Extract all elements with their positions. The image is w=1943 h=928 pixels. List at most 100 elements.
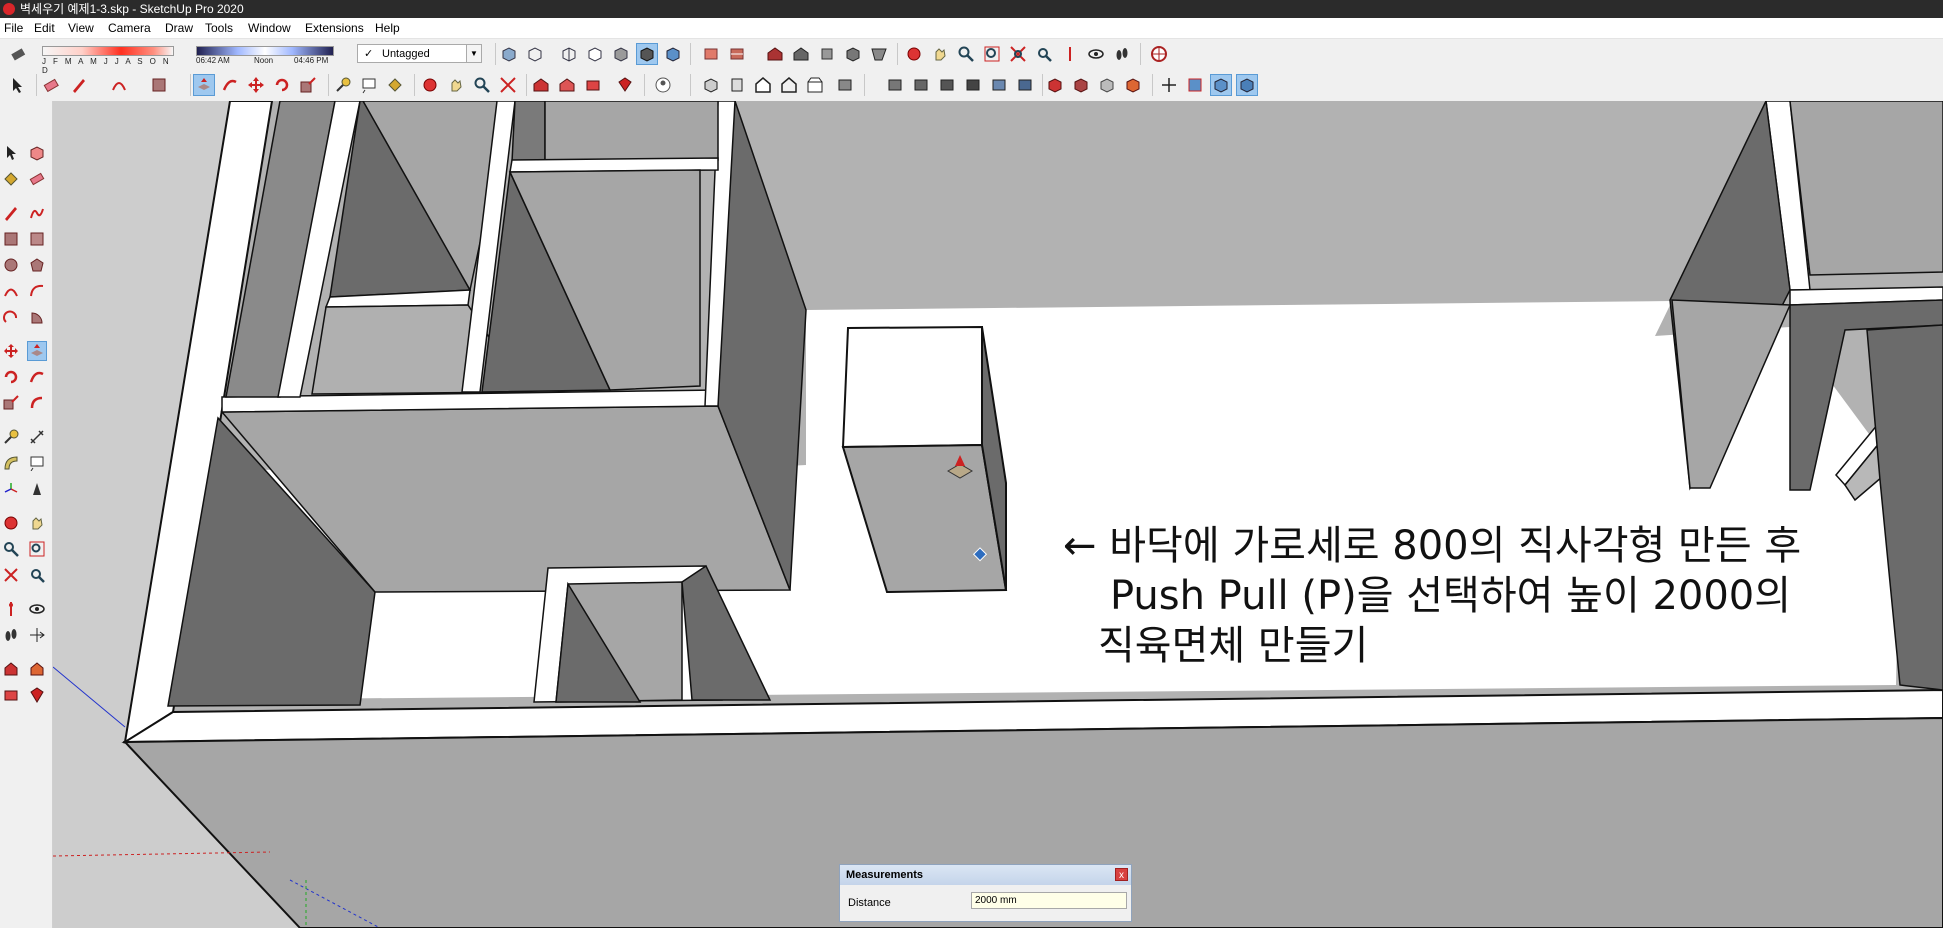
section-plane-icon[interactable] — [700, 43, 722, 65]
position-camera-left-icon[interactable] — [1, 599, 21, 619]
share-component-icon[interactable] — [816, 43, 838, 65]
rotate-icon[interactable] — [271, 74, 293, 96]
axes-icon[interactable] — [1158, 74, 1180, 96]
component-icon[interactable] — [884, 74, 906, 96]
zoom-tool-icon[interactable] — [471, 74, 493, 96]
back-view-icon[interactable] — [804, 74, 826, 96]
tape-measure-tool-icon[interactable] — [1, 427, 21, 447]
menu-draw[interactable]: Draw — [165, 18, 193, 38]
display-section-cuts-icon[interactable] — [1236, 74, 1258, 96]
push-pull-tool-icon[interactable] — [27, 341, 47, 361]
zoom-extents-left-icon[interactable] — [1, 565, 21, 585]
wireframe-icon[interactable] — [558, 43, 580, 65]
share-model-red-icon[interactable] — [556, 74, 578, 96]
sandbox-from-contours-icon[interactable] — [1044, 74, 1066, 96]
ruby-console-icon[interactable] — [1148, 43, 1170, 65]
shaded-textures-icon[interactable] — [636, 43, 658, 65]
tape-measure-icon[interactable] — [332, 74, 354, 96]
extension-warehouse-icon[interactable] — [842, 43, 864, 65]
rotate-tool-icon[interactable] — [1, 367, 21, 387]
eraser-small-icon[interactable] — [7, 43, 29, 65]
select-tool-icon[interactable] — [1, 143, 21, 163]
move-tool-icon[interactable] — [1, 341, 21, 361]
display-section-planes-icon[interactable] — [1210, 74, 1232, 96]
zoom-left-icon[interactable] — [1, 539, 21, 559]
menu-view[interactable]: View — [68, 18, 94, 38]
close-icon[interactable]: x — [1115, 868, 1128, 881]
zoom-extents-tool-icon[interactable] — [497, 74, 519, 96]
pan-tool-icon[interactable] — [445, 74, 467, 96]
stamp-icon[interactable] — [1122, 74, 1144, 96]
eraser-tool-icon[interactable] — [27, 169, 47, 189]
share-model-icon[interactable] — [790, 43, 812, 65]
user-account-icon[interactable] — [652, 74, 674, 96]
rectangle-icon[interactable] — [148, 74, 170, 96]
warehouse-icon[interactable] — [764, 43, 786, 65]
pan-left-icon[interactable] — [27, 513, 47, 533]
front-view-icon[interactable] — [752, 74, 774, 96]
move-icon[interactable] — [245, 74, 267, 96]
shadow-time-slider[interactable]: 06:42 AM Noon 04:46 PM — [194, 41, 334, 67]
measurements-value-input[interactable]: 2000 mm — [971, 892, 1127, 909]
extension-warehouse-left-icon[interactable] — [27, 685, 47, 705]
shaded-icon[interactable] — [610, 43, 632, 65]
solid-intersect-icon[interactable] — [988, 74, 1010, 96]
section-plane-left-icon[interactable] — [27, 625, 47, 645]
polygon-tool-icon[interactable] — [27, 255, 47, 275]
freehand-tool-icon[interactable] — [27, 203, 47, 223]
3d-warehouse-icon[interactable] — [530, 74, 552, 96]
look-around-icon[interactable] — [1085, 43, 1107, 65]
right-view-icon[interactable] — [778, 74, 800, 96]
follow-me-tool-icon[interactable] — [27, 367, 47, 387]
two-point-arc-icon[interactable] — [27, 281, 47, 301]
geo-location-icon[interactable] — [868, 43, 890, 65]
back-edges-icon[interactable] — [524, 43, 546, 65]
menu-window[interactable]: Window — [248, 18, 291, 38]
zoom-window-left-icon[interactable] — [27, 539, 47, 559]
monochrome-icon[interactable] — [662, 43, 684, 65]
offset-tool-icon[interactable] — [27, 393, 47, 413]
three-point-arc-icon[interactable] — [1, 307, 21, 327]
model-viewport[interactable]: ← 바닥에 가로세로 800의 직사각형 만든 후 Push Pull (P)을… — [53, 101, 1943, 928]
circle-tool-icon[interactable] — [1, 255, 21, 275]
pencil-icon[interactable] — [68, 74, 90, 96]
top-view-icon[interactable] — [726, 74, 748, 96]
previous-left-icon[interactable] — [27, 565, 47, 585]
solid-trim-icon[interactable] — [1014, 74, 1036, 96]
upload-left-icon[interactable] — [1, 685, 21, 705]
solid-subtract-icon[interactable] — [962, 74, 984, 96]
3d-text-tool-icon[interactable] — [27, 479, 47, 499]
pie-tool-icon[interactable] — [27, 307, 47, 327]
walk-icon[interactable] — [1111, 43, 1133, 65]
chevron-down-icon[interactable]: ▼ — [466, 45, 481, 62]
push-pull-icon[interactable] — [193, 74, 215, 96]
shadow-date-slider[interactable]: J F M A M J J A S O N D — [36, 41, 178, 75]
menu-edit[interactable]: Edit — [34, 18, 55, 38]
select-arrow-icon[interactable] — [7, 74, 29, 96]
orbit-tool-icon[interactable] — [419, 74, 441, 96]
dimension-tool-icon[interactable] — [27, 427, 47, 447]
extension-warehouse-tool-icon[interactable] — [614, 74, 636, 96]
group-icon[interactable] — [910, 74, 932, 96]
pan-icon[interactable] — [929, 43, 951, 65]
make-component-icon[interactable] — [27, 143, 47, 163]
zoom-extents-icon[interactable] — [1007, 43, 1029, 65]
menu-help[interactable]: Help — [375, 18, 400, 38]
zoom-icon[interactable] — [955, 43, 977, 65]
left-view-icon[interactable] — [834, 74, 856, 96]
axes-tool-icon[interactable] — [1, 479, 21, 499]
iso-view-icon[interactable] — [700, 74, 722, 96]
menu-extensions[interactable]: Extensions — [305, 18, 364, 38]
hidden-line-icon[interactable] — [584, 43, 606, 65]
orbit-left-icon[interactable] — [1, 513, 21, 533]
rotated-rectangle-icon[interactable] — [27, 229, 47, 249]
rectangle-tool-icon[interactable] — [1, 229, 21, 249]
upload-icon[interactable] — [582, 74, 604, 96]
scale-tool-icon[interactable] — [1, 393, 21, 413]
sandbox-scratch-icon[interactable] — [1070, 74, 1092, 96]
follow-me-icon[interactable] — [219, 74, 241, 96]
protractor-tool-icon[interactable] — [1, 453, 21, 473]
line-tool-icon[interactable] — [1, 203, 21, 223]
paint-bucket-icon[interactable] — [384, 74, 406, 96]
position-camera-icon[interactable] — [1059, 43, 1081, 65]
